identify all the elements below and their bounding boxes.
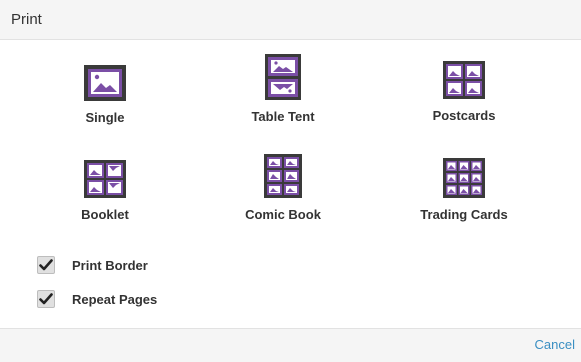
layout-option-postcards[interactable]: Postcards [394, 60, 534, 123]
postcards-layout-icon [443, 61, 485, 99]
booklet-layout-icon [84, 160, 126, 198]
dialog-title: Print [11, 11, 42, 28]
checkmark-icon [39, 293, 53, 305]
layout-option-label: Booklet [81, 207, 129, 222]
layout-option-table-tent[interactable]: Table Tent [213, 53, 353, 124]
repeat-pages-checkbox[interactable] [37, 290, 55, 308]
dialog-footer: Cancel [0, 328, 581, 362]
trading-cards-layout-icon [443, 158, 485, 198]
repeat-pages-option[interactable]: Repeat Pages [37, 289, 157, 309]
layout-option-label: Postcards [432, 108, 496, 123]
layout-option-single[interactable]: Single [35, 64, 175, 125]
layout-option-booklet[interactable]: Booklet [35, 159, 175, 222]
layout-option-label: Table Tent [251, 109, 315, 124]
dialog-header: Print [0, 0, 581, 40]
cancel-button[interactable]: Cancel [535, 337, 575, 352]
layout-option-label: Comic Book [245, 207, 321, 222]
print-border-label: Print Border [72, 257, 148, 273]
comic-book-layout-icon [264, 154, 302, 198]
checkmark-icon [39, 259, 53, 271]
layout-option-comic-book[interactable]: Comic Book [213, 153, 353, 222]
print-border-checkbox[interactable] [37, 256, 55, 274]
layout-option-label: Trading Cards [420, 207, 508, 222]
print-border-option[interactable]: Print Border [37, 255, 148, 275]
repeat-pages-label: Repeat Pages [72, 291, 158, 307]
table-tent-layout-icon [265, 54, 301, 100]
layout-option-trading-cards[interactable]: Trading Cards [394, 157, 534, 222]
print-dialog: Print Single Table Tent Postcards Bookle… [0, 0, 581, 362]
layout-option-label: Single [85, 110, 125, 125]
single-layout-icon [84, 65, 126, 101]
